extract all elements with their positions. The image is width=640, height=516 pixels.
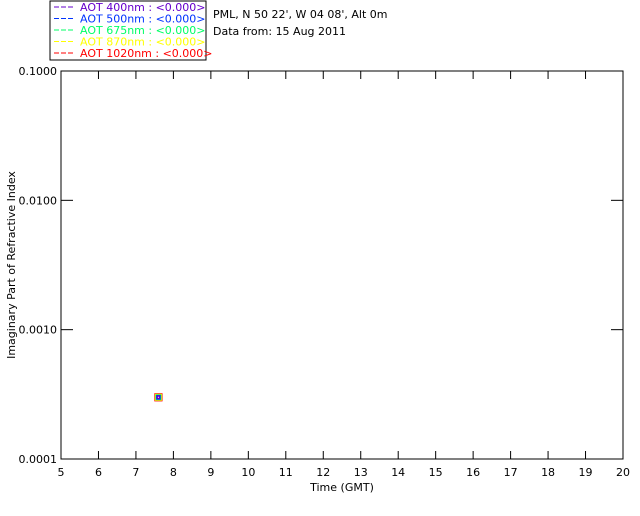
x-tick-label: 17 [504,466,518,479]
chart-svg: AOT 400nm : <0.000>AOT 500nm : <0.000>AO… [5,0,630,494]
header-date: Data from: 15 Aug 2011 [213,25,346,38]
x-tick-label: 13 [354,466,368,479]
header-location: PML, N 50 22', W 04 08', Alt 0m [213,8,387,21]
x-tick-label: 7 [132,466,139,479]
x-tick-label: 9 [207,466,214,479]
y-tick-label: 0.0010 [19,324,58,337]
x-tick-label: 15 [429,466,443,479]
x-tick-label: 10 [241,466,255,479]
x-tick-label: 5 [58,466,65,479]
x-tick-label: 12 [316,466,330,479]
y-tick-label: 0.0001 [19,453,58,466]
data-point [156,395,161,399]
x-tick-label: 11 [279,466,293,479]
plot-area [60,70,624,460]
x-tick-label: 6 [95,466,102,479]
x-tick-label: 18 [541,466,555,479]
x-tick-label: 14 [391,466,405,479]
x-axis-label: Time (GMT) [309,481,374,494]
legend-entry: AOT 1020nm : <0.000> [80,47,213,60]
y-tick-label: 0.1000 [19,65,58,78]
x-tick-label: 19 [579,466,593,479]
chart: AOT 400nm : <0.000> AOT 500nm : <0.000> AO… [0,0,640,512]
x-tick-label: 20 [616,466,630,479]
x-tick-label: 16 [466,466,480,479]
x-tick-label: 8 [170,466,177,479]
y-axis-label: Imaginary Part of Refractive Index [5,171,18,359]
y-tick-label: 0.0100 [19,194,58,207]
